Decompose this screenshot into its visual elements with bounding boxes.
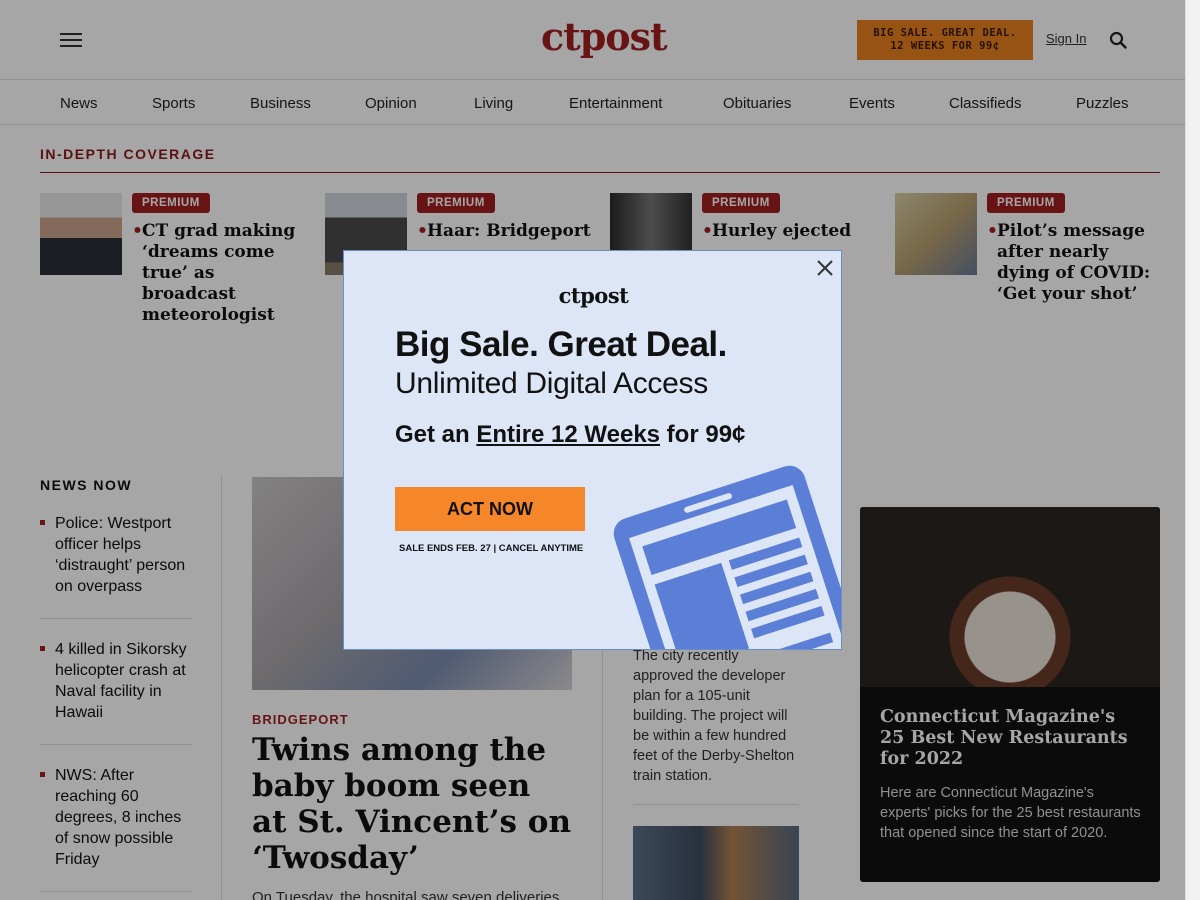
modal-logo: ctpost — [558, 283, 629, 308]
offer-link[interactable]: Entire 12 Weeks — [476, 421, 660, 448]
act-now-button[interactable]: ACT NOW — [395, 487, 585, 531]
page-scrollbar[interactable] — [1185, 0, 1200, 900]
tablet-newspaper-icon — [613, 465, 841, 649]
subscription-modal: ctpost Big Sale. Great Deal. Unlimited D… — [343, 250, 842, 650]
modal-subhead: Unlimited Digital Access — [395, 367, 708, 400]
close-icon[interactable] — [815, 258, 835, 278]
modal-fine-print: SALE ENDS FEB. 27 | CANCEL ANYTIME — [399, 543, 584, 554]
offer-prefix: Get an — [395, 421, 477, 448]
offer-suffix: for 99¢ — [660, 421, 746, 448]
modal-headline: Big Sale. Great Deal. — [395, 325, 727, 364]
